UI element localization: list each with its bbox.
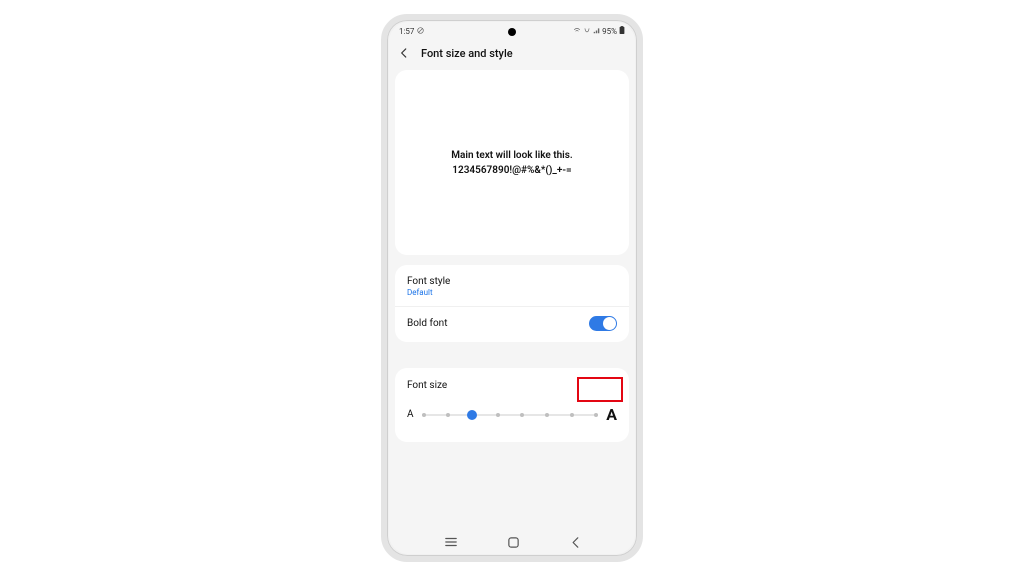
font-style-row[interactable]: Font style Default bbox=[395, 267, 629, 306]
wifi-call-icon bbox=[573, 27, 581, 36]
preview-line2: 1234567890!@#%&*()_+-= bbox=[451, 163, 573, 178]
font-style-value: Default bbox=[407, 288, 450, 297]
slider-dots bbox=[422, 413, 599, 417]
battery-icon bbox=[619, 26, 625, 36]
slider-track[interactable] bbox=[422, 409, 599, 421]
signal-icon bbox=[593, 27, 600, 36]
bold-font-toggle[interactable] bbox=[589, 316, 617, 331]
slider-tick bbox=[446, 413, 450, 417]
slider-tick bbox=[496, 413, 500, 417]
font-size-card: Font size A bbox=[395, 368, 629, 442]
slider-tick bbox=[594, 413, 598, 417]
navigation-bar bbox=[389, 530, 635, 554]
slider-tick bbox=[545, 413, 549, 417]
home-button[interactable] bbox=[507, 536, 520, 549]
font-settings-card: Font style Default Bold font bbox=[395, 265, 629, 342]
font-style-label: Font style bbox=[407, 276, 450, 287]
bold-font-label: Bold font bbox=[407, 318, 447, 329]
camera-punch-icon bbox=[508, 28, 516, 36]
content-area: Main text will look like this. 123456789… bbox=[389, 70, 635, 530]
slider-tick bbox=[520, 413, 524, 417]
small-a-icon: A bbox=[407, 409, 414, 420]
recents-button[interactable] bbox=[444, 536, 458, 548]
volte-icon bbox=[583, 27, 591, 36]
page-title: Font size and style bbox=[421, 47, 513, 60]
slider-tick bbox=[570, 413, 574, 417]
large-a-icon: A bbox=[606, 405, 617, 424]
font-size-label: Font size bbox=[407, 380, 617, 391]
slider-tick bbox=[422, 413, 426, 417]
phone-frame: 1:57 95% bbox=[381, 14, 643, 562]
screen: 1:57 95% bbox=[389, 22, 635, 554]
toggle-knob-icon bbox=[603, 317, 616, 330]
slider-thumb[interactable] bbox=[467, 410, 477, 420]
page-header: Font size and style bbox=[389, 40, 635, 70]
do-not-disturb-icon bbox=[417, 27, 424, 36]
battery-text: 95% bbox=[602, 27, 617, 36]
font-size-slider[interactable]: A bbox=[407, 405, 617, 424]
status-time: 1:57 bbox=[399, 27, 414, 36]
font-preview-card: Main text will look like this. 123456789… bbox=[395, 70, 629, 255]
back-button[interactable] bbox=[570, 536, 580, 549]
preview-line1: Main text will look like this. bbox=[451, 148, 573, 163]
bold-font-row[interactable]: Bold font bbox=[395, 306, 629, 340]
back-icon[interactable] bbox=[397, 46, 411, 60]
